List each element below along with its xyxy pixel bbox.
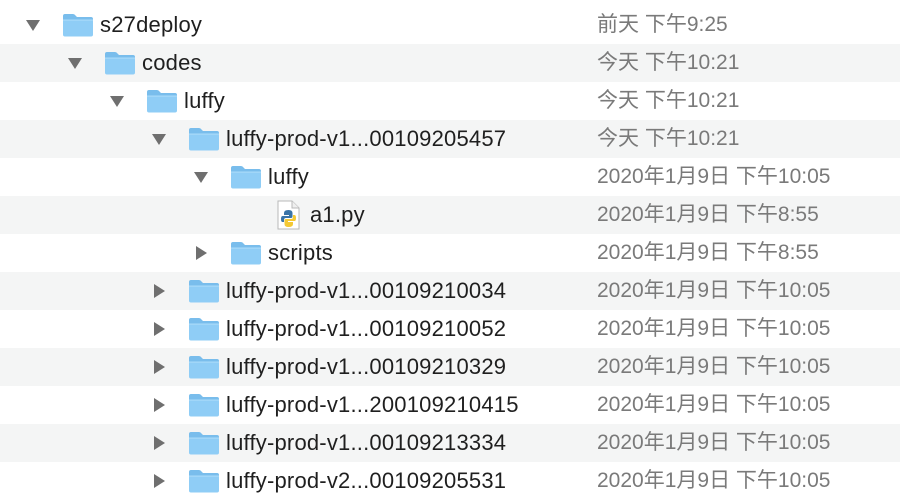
date-modified: 2020年1月9日 下午8:55 [597,203,819,226]
folder-icon [187,120,221,158]
folder-icon [61,6,95,44]
folder-row[interactable]: luffy 今天 下午10:21 [0,82,900,120]
disclosure-collapsed-icon[interactable] [147,310,171,348]
item-name: codes [142,50,202,75]
item-name: luffy-prod-v1...00109213334 [226,430,507,455]
date-modified: 2020年1月9日 下午10:05 [597,431,831,454]
folder-icon [187,462,221,500]
folder-row[interactable]: luffy 2020年1月9日 下午10:05 [0,158,900,196]
disclosure-collapsed-icon[interactable] [147,462,171,500]
disclosure-collapsed-icon[interactable] [147,386,171,424]
disclosure-expanded-icon[interactable] [63,44,87,82]
folder-icon [187,348,221,386]
date-modified: 2020年1月9日 下午10:05 [597,317,831,340]
folder-icon [187,386,221,424]
folder-row[interactable]: luffy-prod-v1...00109210329 2020年1月9日 下午1… [0,348,900,386]
folder-icon [187,310,221,348]
date-modified: 2020年1月9日 下午10:05 [597,469,831,492]
folder-row[interactable]: luffy-prod-v1...00109213334 2020年1月9日 下午1… [0,424,900,462]
file-list: s27deploy 前天 下午9:25 codes 今天 下午10:21 luffy 今天… [0,6,900,500]
folder-row[interactable]: luffy-prod-v1...00109205457 今天 下午10:21 [0,120,900,158]
folder-row[interactable]: luffy-prod-v1...00109210034 2020年1月9日 下午1… [0,272,900,310]
folder-icon [187,424,221,462]
date-modified: 今天 下午10:21 [597,127,740,150]
folder-row[interactable]: luffy-prod-v1...00109210052 2020年1月9日 下午1… [0,310,900,348]
item-name: luffy-prod-v1...00109210034 [226,278,507,303]
folder-row[interactable]: codes 今天 下午10:21 [0,44,900,82]
item-name: luffy-prod-v1...200109210415 [226,392,519,417]
disclosure-expanded-icon[interactable] [189,158,213,196]
folder-icon [229,234,263,272]
item-name: luffy [268,164,309,189]
date-modified: 2020年1月9日 下午10:05 [597,279,831,302]
python-file-icon [271,196,305,234]
date-modified: 2020年1月9日 下午8:55 [597,241,819,264]
date-modified: 2020年1月9日 下午10:05 [597,393,831,416]
item-name: luffy [184,88,225,113]
item-name: luffy-prod-v2...00109205531 [226,468,507,493]
item-name: a1.py [310,202,365,227]
disclosure-collapsed-icon[interactable] [147,424,171,462]
date-modified: 2020年1月9日 下午10:05 [597,165,831,188]
date-modified: 2020年1月9日 下午10:05 [597,355,831,378]
item-name: luffy-prod-v1...00109205457 [226,126,507,151]
disclosure-collapsed-icon[interactable] [147,272,171,310]
folder-icon [145,82,179,120]
folder-row[interactable]: s27deploy 前天 下午9:25 [0,6,900,44]
disclosure-collapsed-icon[interactable] [147,348,171,386]
date-modified: 今天 下午10:21 [597,89,740,112]
date-modified: 前天 下午9:25 [597,13,728,36]
folder-row[interactable]: scripts 2020年1月9日 下午8:55 [0,234,900,272]
date-modified: 今天 下午10:21 [597,51,740,74]
disclosure-expanded-icon[interactable] [21,6,45,44]
file-row[interactable]: a1.py 2020年1月9日 下午8:55 [0,196,900,234]
item-name: luffy-prod-v1...00109210329 [226,354,507,379]
disclosure-collapsed-icon[interactable] [189,234,213,272]
folder-icon [187,272,221,310]
folder-row[interactable]: luffy-prod-v2...00109205531 2020年1月9日 下午1… [0,462,900,500]
item-name: scripts [268,240,333,265]
item-name: luffy-prod-v1...00109210052 [226,316,507,341]
disclosure-expanded-icon[interactable] [105,82,129,120]
folder-icon [103,44,137,82]
folder-icon [229,158,263,196]
finder-list-view: s27deploy 前天 下午9:25 codes 今天 下午10:21 luffy 今天… [0,0,900,500]
disclosure-expanded-icon[interactable] [147,120,171,158]
item-name: s27deploy [100,12,203,37]
folder-row[interactable]: luffy-prod-v1...200109210415 2020年1月9日 下午… [0,386,900,424]
